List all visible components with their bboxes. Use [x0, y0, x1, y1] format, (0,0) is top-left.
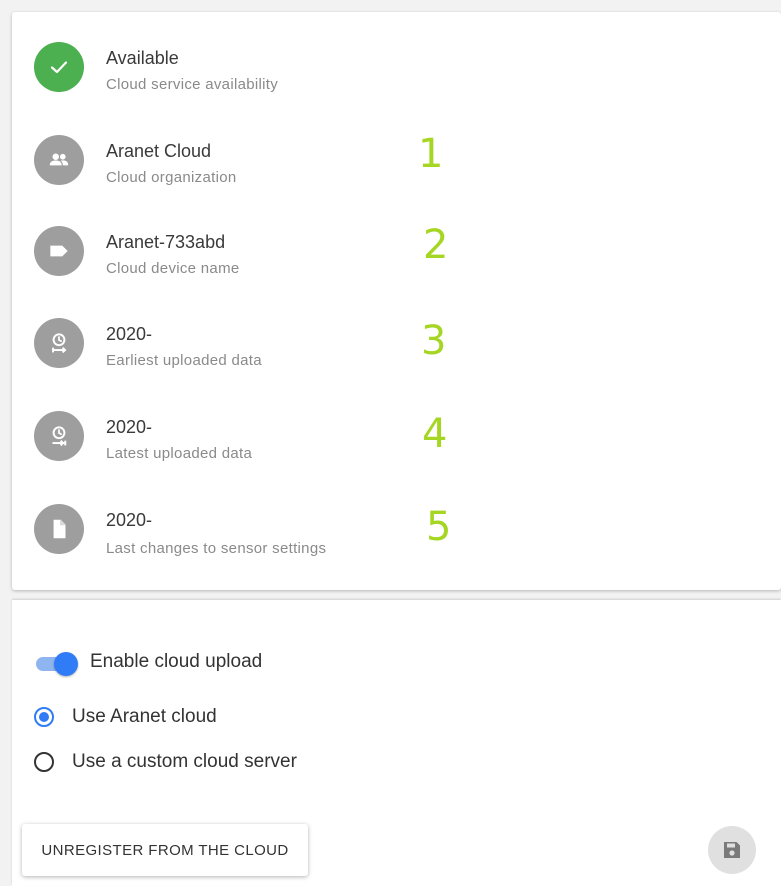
use-aranet-cloud-label[interactable]: Use Aranet cloud — [72, 706, 217, 728]
annotation-marker-1: 1 — [418, 131, 444, 177]
latest-upload-subtitle: Latest uploaded data — [106, 445, 253, 462]
cloud-settings-card: Enable cloud upload Use Aranet cloud Use… — [12, 600, 781, 886]
annotation-marker-4: 4 — [422, 411, 448, 457]
info-row-organization: Aranet Cloud Cloud organization 1 — [12, 131, 781, 193]
device-name-title: Aranet-733abd — [106, 232, 226, 252]
info-row-device-name: Aranet-733abd Cloud device name 2 — [12, 222, 781, 284]
organization-title: Aranet Cloud — [106, 141, 212, 161]
people-icon — [34, 135, 84, 185]
radio-use-custom-server[interactable] — [34, 752, 54, 772]
availability-subtitle: Cloud service availability — [106, 76, 279, 93]
device-name-subtitle: Cloud device name — [106, 260, 240, 277]
cloud-info-card: Available Cloud service availability Ara… — [12, 12, 781, 590]
availability-title: Available — [106, 48, 179, 68]
unregister-button[interactable]: UNREGISTER FROM THE CLOUD — [22, 824, 308, 876]
annotation-marker-5: 5 — [426, 504, 452, 550]
clock-start-icon — [34, 318, 84, 368]
annotation-marker-2: 2 — [423, 222, 449, 268]
save-icon — [724, 842, 740, 858]
info-row-settings-changes: 2020- Last changes to sensor settings 5 — [12, 502, 781, 562]
enable-cloud-upload-label[interactable]: Enable cloud upload — [90, 651, 262, 673]
info-row-availability: Available Cloud service availability — [12, 40, 781, 100]
latest-upload-title: 2020- — [106, 417, 153, 437]
info-row-latest-upload: 2020- Latest uploaded data 4 — [12, 409, 781, 469]
save-button[interactable] — [708, 826, 756, 874]
earliest-upload-title: 2020- — [106, 324, 153, 344]
toggle-thumb — [54, 652, 78, 676]
settings-changes-title: 2020- — [106, 510, 153, 530]
use-custom-server-label[interactable]: Use a custom cloud server — [72, 751, 297, 773]
earliest-upload-subtitle: Earliest uploaded data — [106, 352, 262, 369]
label-icon — [34, 226, 84, 276]
file-icon — [34, 504, 84, 554]
organization-subtitle: Cloud organization — [106, 169, 237, 186]
enable-cloud-upload-toggle[interactable] — [34, 652, 80, 676]
check-icon — [34, 42, 84, 92]
annotation-marker-3: 3 — [421, 318, 447, 364]
radio-use-aranet-cloud[interactable] — [34, 707, 54, 727]
info-row-earliest-upload: 2020- Earliest uploaded data 3 — [12, 316, 781, 376]
settings-changes-subtitle: Last changes to sensor settings — [106, 540, 327, 557]
clock-end-icon — [34, 411, 84, 461]
